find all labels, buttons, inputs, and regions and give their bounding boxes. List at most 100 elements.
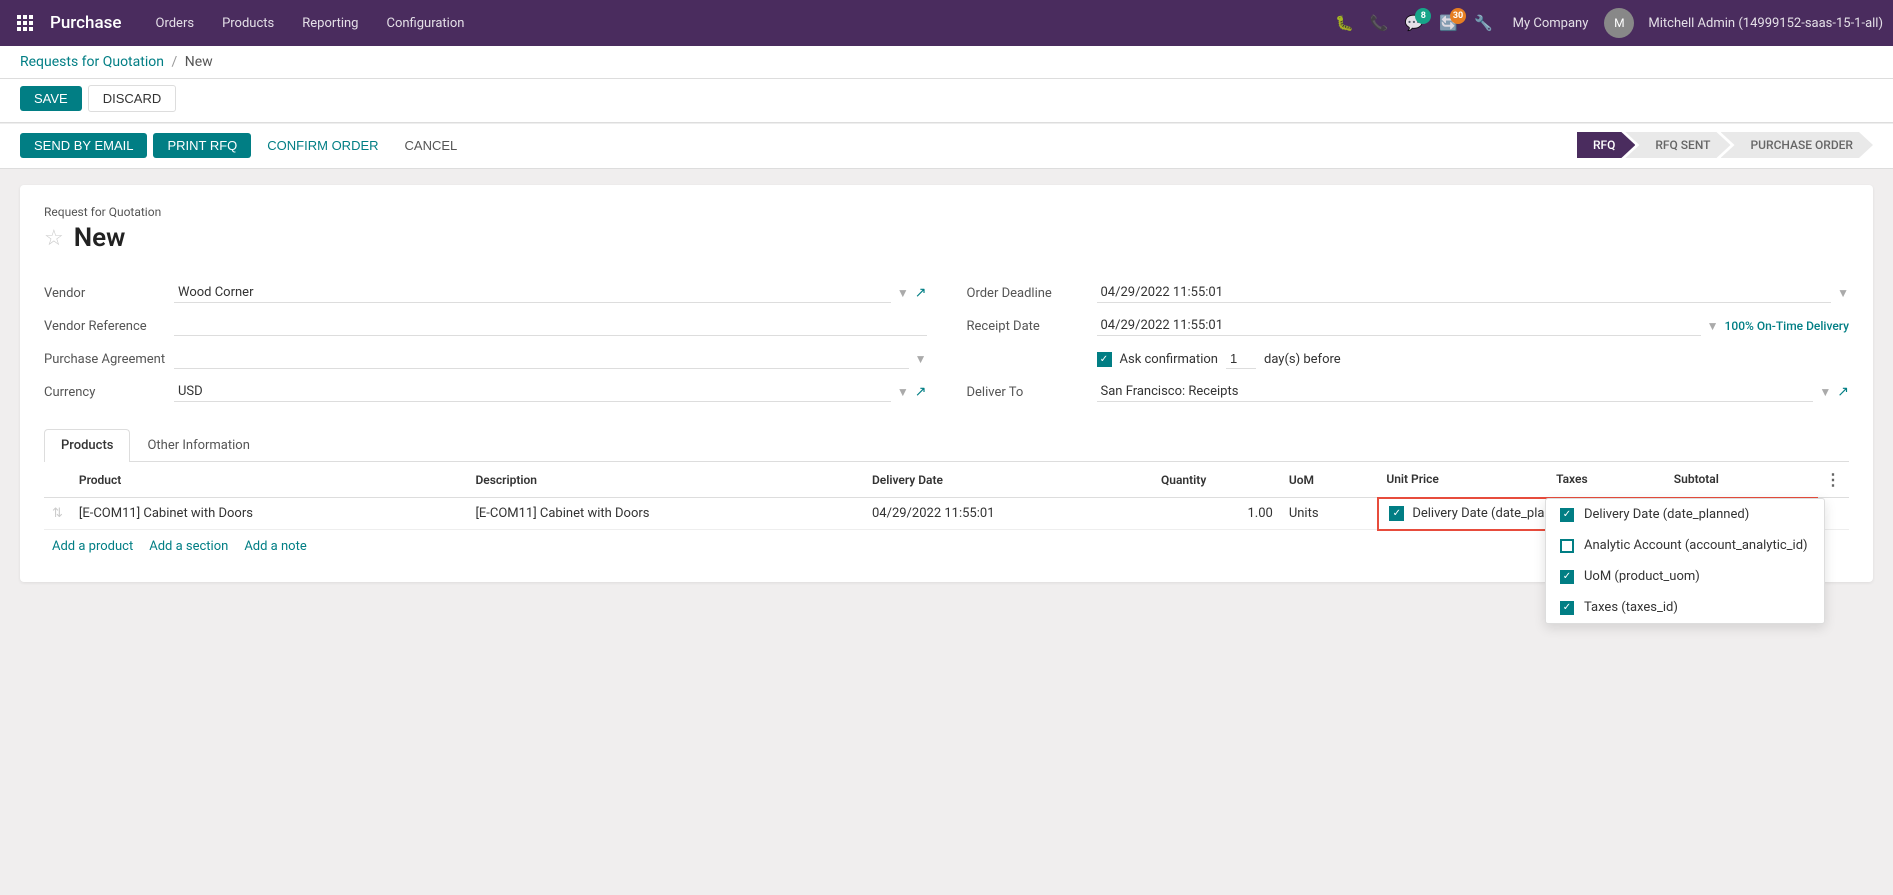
form-fields: Vendor Wood Corner ▼ ↗ Vendor Reference	[44, 277, 1849, 409]
breadcrumb-parent[interactable]: Requests for Quotation	[20, 54, 164, 70]
status-purchase-order[interactable]: PURCHASE ORDER	[1721, 132, 1874, 158]
breadcrumb: Requests for Quotation / New	[20, 54, 1873, 70]
vendor-dropdown-icon[interactable]: ▼	[897, 286, 909, 300]
cancel-button[interactable]: CANCEL	[395, 133, 468, 158]
bug-icon[interactable]: 🐛	[1331, 10, 1358, 36]
deliver-to-link-icon[interactable]: ↗	[1837, 384, 1849, 400]
ask-confirmation-row: ✓ Ask confirmation day(s) before	[967, 343, 1850, 376]
order-deadline-value[interactable]: 04/29/2022 11:55:01	[1097, 283, 1832, 303]
col-uom-header: UoM	[1281, 462, 1379, 498]
purchase-agreement-input[interactable]	[174, 349, 909, 369]
ask-confirmation-days-input[interactable]	[1226, 349, 1256, 369]
form-heading: New	[74, 223, 126, 253]
vendor-ref-input[interactable]	[174, 316, 927, 336]
settings-icon[interactable]: 🔧	[1470, 10, 1497, 36]
grid-menu-icon[interactable]	[10, 8, 40, 38]
vendor-value: Wood Corner ▼ ↗	[174, 283, 927, 303]
products-tab-content: Product Description Delivery Date Quanti…	[44, 462, 1849, 562]
confirm-order-button[interactable]: CONFIRM ORDER	[257, 133, 388, 158]
currency-dropdown-icon[interactable]: ▼	[897, 385, 909, 399]
currency-value[interactable]: USD	[174, 382, 891, 402]
chat-badge: 8	[1415, 8, 1431, 24]
col-subtotal-header: Subtotal	[1666, 462, 1817, 498]
print-rfq-button[interactable]: PRINT RFQ	[153, 133, 251, 158]
fields-right: Order Deadline 04/29/2022 11:55:01 ▼ Rec…	[967, 277, 1850, 409]
nav-configuration[interactable]: Configuration	[372, 0, 478, 46]
currency-row: Currency USD ▼ ↗	[44, 376, 927, 409]
purchase-agreement-dropdown-icon[interactable]: ▼	[915, 352, 927, 366]
add-product-link[interactable]: Add a product	[52, 539, 133, 554]
delivery-date-check[interactable]: ✓	[1560, 508, 1574, 522]
dropdown-item-uom[interactable]: ✓ UoM (product_uom)	[1546, 561, 1824, 592]
col-unit-price-header: Unit Price	[1378, 462, 1548, 498]
company-name: My Company	[1513, 16, 1589, 31]
add-note-link[interactable]: Add a note	[244, 539, 306, 554]
receipt-date-label: Receipt Date	[967, 319, 1097, 334]
col-product-header: Product	[71, 462, 468, 498]
currency-label: Currency	[44, 385, 174, 400]
row-quantity[interactable]: 1.00	[1153, 498, 1281, 530]
save-button[interactable]: SAVE	[20, 86, 82, 111]
form-card: Request for Quotation ☆ New Vendor Wood …	[20, 185, 1873, 582]
dropdown-item-analytic-account[interactable]: Analytic Account (account_analytic_id)	[1546, 530, 1824, 561]
chat-icon[interactable]: 💬 8	[1401, 10, 1428, 36]
col-taxes-header: Taxes	[1548, 462, 1666, 498]
col-description-header: Description	[467, 462, 864, 498]
toolbar-bar: SEND BY EMAIL PRINT RFQ CONFIRM ORDER CA…	[0, 123, 1893, 169]
analytic-account-check[interactable]	[1560, 539, 1574, 553]
purchase-agreement-label: Purchase Agreement	[44, 352, 174, 367]
fields-left: Vendor Wood Corner ▼ ↗ Vendor Reference	[44, 277, 927, 409]
row-delivery-date[interactable]: 04/29/2022 11:55:01	[864, 498, 1153, 530]
uom-check[interactable]: ✓	[1560, 570, 1574, 584]
vendor-ref-label: Vendor Reference	[44, 319, 174, 334]
favorite-star-icon[interactable]: ☆	[44, 226, 64, 251]
dropdown-item-taxes[interactable]: ✓ Taxes (taxes_id)	[1546, 592, 1824, 623]
status-rfq[interactable]: RFQ	[1577, 132, 1635, 158]
nav-reporting[interactable]: Reporting	[288, 0, 372, 46]
status-rfq-sent[interactable]: RFQ SENT	[1625, 132, 1730, 158]
receipt-date-dropdown-icon[interactable]: ▼	[1707, 319, 1719, 333]
vendor-link-icon[interactable]: ↗	[915, 285, 927, 301]
form-title-area: ☆ New	[44, 223, 1849, 253]
row-description[interactable]: [E-COM11] Cabinet with Doors	[467, 498, 864, 530]
dropdown-item-delivery-date[interactable]: ✓ Delivery Date (date_planned)	[1546, 499, 1824, 530]
send-email-button[interactable]: SEND BY EMAIL	[20, 133, 147, 158]
deliver-to-label: Deliver To	[967, 385, 1097, 400]
purchase-agreement-row: Purchase Agreement ▼	[44, 343, 927, 376]
phone-icon[interactable]: 📞	[1366, 10, 1393, 36]
breadcrumb-current: New	[185, 54, 213, 70]
col-delivery-date-header: Delivery Date	[864, 462, 1153, 498]
currency-link-icon[interactable]: ↗	[915, 384, 927, 400]
vendor-input[interactable]: Wood Corner	[174, 283, 891, 303]
receipt-date-value[interactable]: 04/29/2022 11:55:01	[1097, 316, 1701, 336]
tab-other-information[interactable]: Other Information	[130, 429, 266, 461]
nav-orders[interactable]: Orders	[142, 0, 209, 46]
row-product[interactable]: [E-COM11] Cabinet with Doors	[71, 498, 468, 530]
row-drag-handle[interactable]: ⇅	[44, 498, 71, 530]
taxes-check[interactable]: ✓	[1560, 601, 1574, 615]
column-menu-button[interactable]: ⋮	[1825, 470, 1841, 489]
on-time-delivery-badge: 100% On-Time Delivery	[1725, 319, 1849, 333]
deliver-to-dropdown-icon[interactable]: ▼	[1819, 385, 1831, 399]
ask-confirmation-text: Ask confirmation	[1120, 352, 1219, 367]
refresh-icon[interactable]: 🔄 30	[1435, 10, 1462, 36]
col-drag	[44, 462, 71, 498]
col-quantity-header: Quantity	[1153, 462, 1281, 498]
add-section-link[interactable]: Add a section	[149, 539, 228, 554]
deliver-to-value[interactable]: San Francisco: Receipts	[1097, 382, 1814, 402]
row-uom[interactable]: Units	[1281, 498, 1379, 530]
nav-products[interactable]: Products	[208, 0, 288, 46]
top-navigation: Purchase Orders Products Reporting Confi…	[0, 0, 1893, 46]
sub-header: Requests for Quotation / New	[0, 46, 1893, 79]
tab-products[interactable]: Products	[44, 429, 130, 462]
order-deadline-row: Order Deadline 04/29/2022 11:55:01 ▼	[967, 277, 1850, 310]
order-deadline-label: Order Deadline	[967, 286, 1097, 301]
ask-confirmation-checkbox[interactable]: ✓	[1097, 352, 1112, 367]
discard-button[interactable]: DISCARD	[88, 85, 177, 112]
deliver-to-row: Deliver To San Francisco: Receipts ▼ ↗	[967, 376, 1850, 409]
order-deadline-dropdown-icon[interactable]: ▼	[1837, 286, 1849, 300]
column-options-dropdown: ✓ Delivery Date (date_planned) Analytic …	[1545, 498, 1825, 624]
receipt-date-row: Receipt Date 04/29/2022 11:55:01 ▼ 100% …	[967, 310, 1850, 343]
delivery-date-checkbox[interactable]: ✓	[1389, 506, 1404, 521]
refresh-badge: 30	[1450, 8, 1466, 24]
